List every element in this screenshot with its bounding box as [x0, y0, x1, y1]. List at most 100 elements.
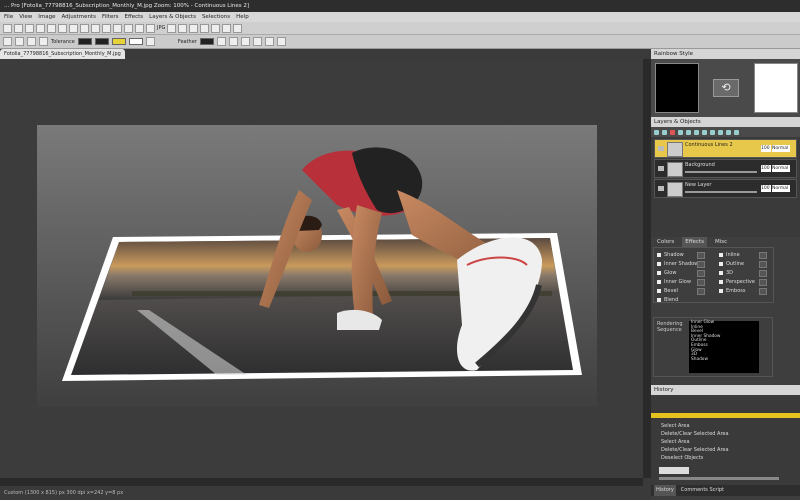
history-item[interactable]: Select Area — [661, 423, 690, 429]
close-selection-icon[interactable] — [276, 37, 286, 46]
layer-blend[interactable]: Normal — [772, 145, 790, 152]
delete-layer-icon[interactable] — [670, 129, 675, 135]
effect-bevel[interactable]: Bevel — [657, 288, 705, 295]
layer-down-icon[interactable] — [694, 129, 699, 135]
document-tab[interactable]: Fotolia_77798816_Subscription_Monthly_M.… — [0, 49, 125, 59]
render-item[interactable]: Shadow — [691, 357, 759, 363]
rotate-icon[interactable] — [124, 23, 133, 33]
effect-outline[interactable]: Outline — [719, 261, 767, 268]
layer-opacity-slider[interactable] — [685, 171, 757, 173]
color-swatch-black[interactable] — [94, 38, 109, 45]
undo-icon[interactable] — [47, 23, 56, 33]
visibility-icon[interactable] — [726, 129, 731, 135]
brush-icon[interactable] — [167, 23, 177, 33]
select-rect-icon[interactable] — [3, 37, 12, 46]
format-label[interactable]: JPG — [157, 25, 165, 31]
new-file-icon[interactable] — [3, 23, 12, 33]
menu-image[interactable]: Image — [38, 12, 55, 22]
effect-3d[interactable]: 3D — [719, 270, 767, 277]
horizontal-scrollbar[interactable] — [0, 478, 643, 486]
history-item[interactable]: Select Area — [661, 439, 690, 445]
history-selected-row[interactable] — [651, 413, 800, 418]
menu-file[interactable]: File — [4, 12, 13, 22]
clone-icon[interactable] — [233, 23, 243, 33]
mask-icon[interactable] — [710, 129, 715, 135]
layer-item[interactable]: Background 100 Normal — [654, 159, 797, 178]
rendering-sequence-list[interactable]: Inner Glow Inline Bevel Inner Shadow Out… — [689, 320, 759, 373]
redo-icon[interactable] — [58, 23, 67, 33]
resize-icon[interactable] — [113, 23, 122, 33]
save-icon[interactable] — [25, 23, 34, 33]
effect-blend[interactable]: Blend — [657, 297, 678, 303]
effect-glow[interactable]: Glow — [657, 270, 705, 277]
menu-selections[interactable]: Selections — [202, 12, 230, 22]
mode-icon[interactable] — [145, 37, 155, 46]
menu-filters[interactable]: Filters — [102, 12, 119, 22]
vertical-scrollbar[interactable] — [643, 59, 651, 478]
background-color[interactable] — [754, 63, 798, 113]
text-icon[interactable] — [200, 23, 210, 33]
paste-icon[interactable] — [91, 23, 100, 33]
merge-icon[interactable] — [678, 129, 683, 135]
eye-icon[interactable] — [658, 146, 664, 151]
layer-opacity[interactable]: 100 — [761, 185, 771, 192]
layer-opacity[interactable]: 100 — [761, 145, 771, 152]
cut-icon[interactable] — [69, 23, 78, 33]
history-input[interactable] — [659, 467, 689, 474]
tolerance-field[interactable] — [77, 38, 92, 45]
move-icon[interactable] — [228, 37, 238, 46]
lock-icon[interactable] — [718, 129, 723, 135]
distribute-icon[interactable] — [264, 37, 274, 46]
effect-emboss[interactable]: Emboss — [719, 288, 767, 295]
open-icon[interactable] — [14, 23, 23, 33]
history-scrollbar[interactable] — [659, 477, 779, 480]
menu-layers-objects[interactable]: Layers & Objects — [149, 12, 196, 22]
color-swatch-yellow[interactable] — [111, 38, 126, 45]
eraser-icon[interactable] — [222, 23, 232, 33]
select-ellipse-icon[interactable] — [15, 37, 24, 46]
menu-help[interactable]: Help — [236, 12, 249, 22]
effect-inner-glow[interactable]: Inner Glow — [657, 279, 705, 286]
fill-icon[interactable] — [189, 23, 199, 33]
feather-field[interactable] — [199, 38, 214, 45]
tab-misc[interactable]: Misc — [715, 237, 727, 247]
foreground-color[interactable] — [655, 63, 699, 113]
new-layer-icon[interactable] — [654, 129, 659, 135]
layer-opacity-slider[interactable] — [685, 191, 757, 193]
menu-view[interactable]: View — [19, 12, 32, 22]
effect-inline[interactable]: Inline — [719, 252, 767, 259]
effect-shadow[interactable]: Shadow — [657, 252, 705, 259]
transform-icon[interactable] — [240, 37, 250, 46]
align-icon[interactable] — [252, 37, 262, 46]
crop-icon[interactable] — [102, 23, 111, 33]
layer-item[interactable]: Continuous Lines 2 100 Normal — [654, 139, 797, 158]
eye-icon[interactable] — [658, 186, 664, 191]
menu-adjustments[interactable]: Adjustments — [62, 12, 96, 22]
history-item[interactable]: Deselect Objects — [661, 455, 703, 461]
color-swatch-white[interactable] — [128, 38, 143, 45]
copy-icon[interactable] — [80, 23, 89, 33]
tab-comments-script[interactable]: Comments Script — [681, 485, 724, 496]
settings-icon[interactable] — [734, 129, 739, 135]
group-icon[interactable] — [702, 129, 707, 135]
history-item[interactable]: Delete/Clear Selected Area — [661, 431, 729, 437]
effect-perspective[interactable]: Perspective — [719, 279, 767, 286]
antialias-icon[interactable] — [216, 37, 226, 46]
print-icon[interactable] — [36, 23, 45, 33]
layer-up-icon[interactable] — [686, 129, 691, 135]
zoom-icon[interactable] — [146, 23, 155, 33]
layer-item[interactable]: New Layer 100 Normal — [654, 179, 797, 198]
layer-blend[interactable]: Normal — [772, 185, 790, 192]
tab-colors[interactable]: Colors — [657, 237, 674, 247]
history-item[interactable]: Delete/Clear Selected Area — [661, 447, 729, 453]
eye-icon[interactable] — [658, 166, 664, 171]
menu-effects[interactable]: Effects — [124, 12, 143, 22]
shape-icon[interactable] — [211, 23, 221, 33]
layer-opacity[interactable]: 100 — [761, 165, 771, 172]
lasso-icon[interactable] — [27, 37, 36, 46]
pencil-icon[interactable] — [178, 23, 188, 33]
flip-icon[interactable] — [135, 23, 144, 33]
swap-colors-icon[interactable]: ⟲ — [713, 79, 739, 97]
effect-inner-shadow[interactable]: Inner Shadow — [657, 261, 705, 268]
layer-blend[interactable]: Normal — [772, 165, 790, 172]
